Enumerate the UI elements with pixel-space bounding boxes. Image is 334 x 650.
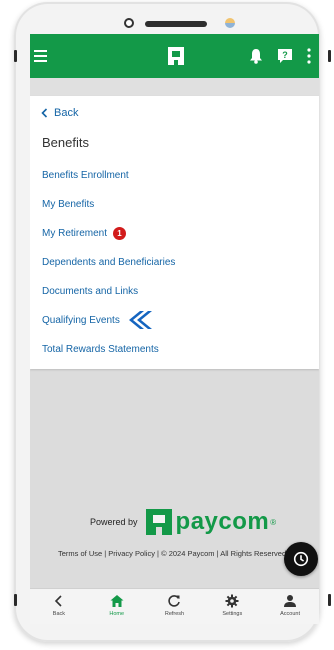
phone-side-button (328, 50, 331, 62)
menu-item-benefits-enrollment[interactable]: Benefits Enrollment (42, 167, 129, 183)
gear-icon (225, 594, 239, 608)
tab-label: Back (52, 611, 66, 617)
menu-item-label: Dependents and Beneficiaries (42, 256, 176, 268)
hamburger-icon[interactable] (34, 50, 47, 62)
sensor-icon (225, 18, 235, 28)
double-chevron-left-icon (128, 311, 152, 329)
menu-item-label: Total Rewards Statements (42, 343, 159, 355)
tab-label: Settings (222, 611, 243, 617)
camera-icon (124, 18, 134, 28)
kebab-icon[interactable] (307, 48, 311, 64)
paycom-logo-icon[interactable] (167, 46, 185, 66)
section-title: Benefits (42, 135, 89, 150)
chevron-left-icon (41, 108, 48, 118)
tab-refresh[interactable]: Refresh (146, 589, 204, 624)
bottom-nav: Back Home Refresh Settings Account (30, 588, 319, 624)
tab-label: Account (280, 611, 301, 617)
tab-account[interactable]: Account (261, 589, 319, 624)
clock-icon (293, 551, 309, 567)
menu-item-label: My Benefits (42, 198, 95, 210)
menu-item-label: My Retirement (42, 227, 108, 239)
refresh-icon (168, 595, 181, 607)
person-icon (284, 595, 297, 607)
notification-badge: 1 (113, 226, 127, 240)
menu-item-label: Documents and Links (42, 285, 139, 297)
speaker-grille (145, 21, 207, 27)
help-icon[interactable]: ? (277, 48, 293, 64)
tab-back[interactable]: Back (30, 589, 88, 624)
chevron-left-icon (54, 595, 62, 607)
app-screen: ? Back Benefits Benefits Enrollment My B… (30, 34, 319, 624)
bell-icon[interactable] (249, 48, 263, 64)
phone-side-button (328, 594, 331, 606)
registered-mark: ® (270, 517, 277, 527)
tab-settings[interactable]: Settings (203, 589, 261, 624)
menu-item-my-retirement[interactable]: My Retirement 1 (42, 225, 127, 241)
clock-button[interactable] (284, 542, 318, 576)
menu-item-dependents[interactable]: Dependents and Beneficiaries (42, 254, 175, 270)
menu-item-my-benefits[interactable]: My Benefits (42, 196, 94, 212)
powered-by-brand: Powered by paycom ® (90, 508, 276, 536)
menu-item-documents[interactable]: Documents and Links (42, 283, 138, 299)
benefits-panel: Back Benefits Benefits Enrollment My Ben… (30, 96, 319, 369)
back-link-label: Back (54, 107, 79, 119)
paycom-logo-icon (145, 509, 172, 535)
menu-item-label: Qualifying Events (42, 314, 120, 326)
tab-label: Refresh (164, 611, 185, 617)
brand-wordmark: paycom (175, 508, 270, 535)
footer-links[interactable]: Terms of Use | Privacy Policy | © 2024 P… (58, 549, 286, 558)
menu-item-total-rewards[interactable]: Total Rewards Statements (42, 341, 159, 357)
phone-side-button (14, 594, 17, 606)
svg-text:?: ? (282, 50, 288, 60)
powered-by-label: Powered by (90, 517, 138, 527)
menu-item-qualifying-events[interactable]: Qualifying Events (42, 311, 152, 329)
back-link[interactable]: Back (40, 105, 78, 121)
phone-side-button (14, 50, 17, 62)
tab-label: Home (109, 611, 125, 617)
home-icon (110, 595, 124, 607)
header-strip (30, 78, 319, 96)
app-header: ? (30, 34, 319, 78)
tab-home[interactable]: Home (88, 589, 146, 624)
menu-item-label: Benefits Enrollment (42, 169, 129, 181)
